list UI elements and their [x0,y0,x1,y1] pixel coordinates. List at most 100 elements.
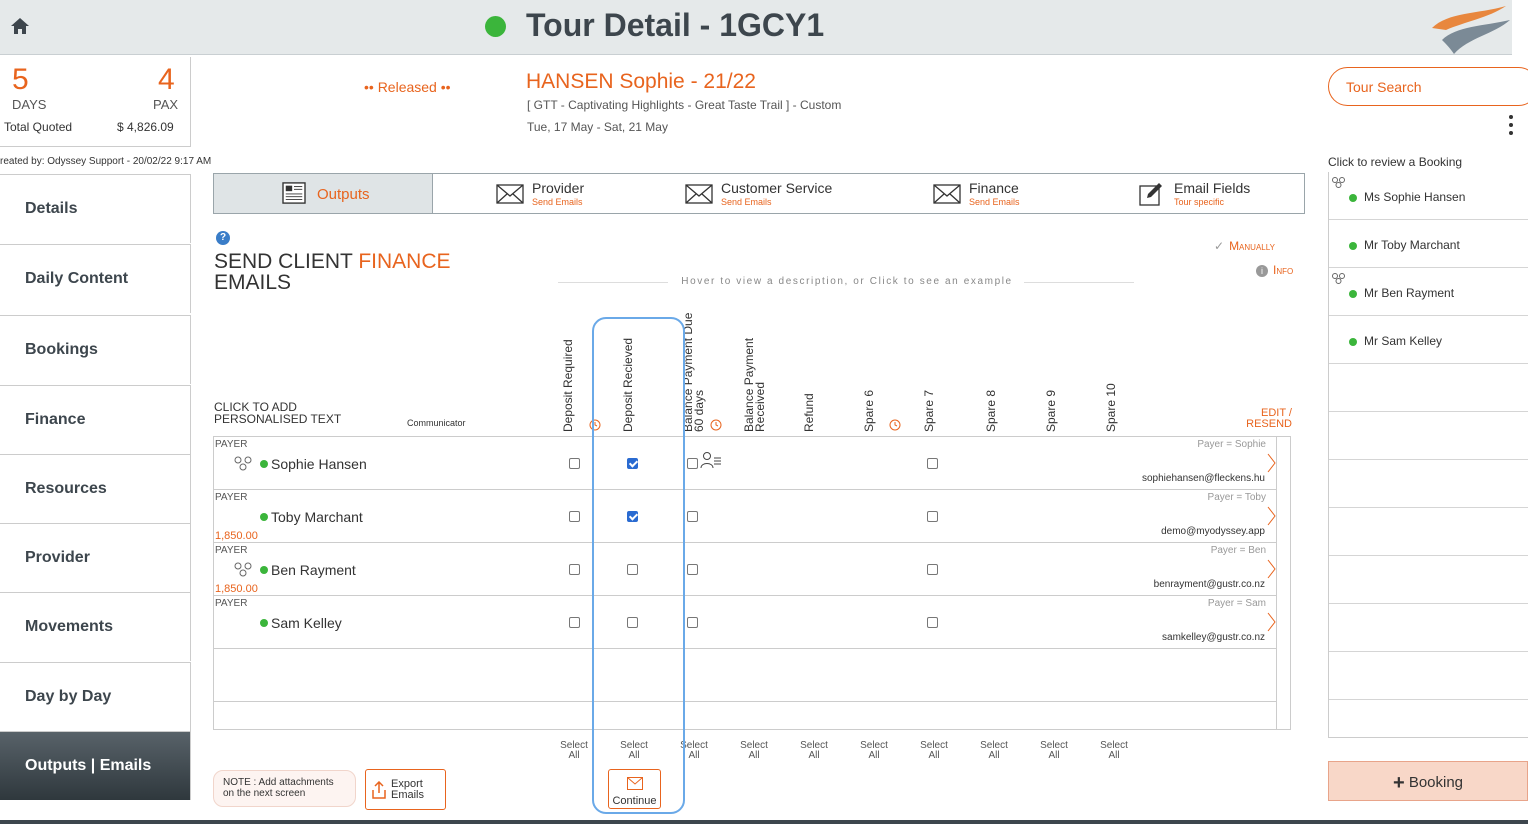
booking-slot-empty [1329,556,1528,604]
tab-label: Customer Service [721,180,833,196]
select-all-spare-6[interactable]: Select All [854,741,894,761]
column-header[interactable]: Balance Payment Received [742,332,767,432]
checkbox-deposit-required[interactable] [569,458,580,469]
checkbox-balance-due[interactable] [687,564,698,575]
checkbox-deposit-required[interactable] [569,617,580,628]
status-dot [1349,290,1357,298]
booking-slot-empty [1329,508,1528,556]
column-header[interactable]: Spare 6 [862,390,876,432]
payer-first-name: Payer = Ben [1210,545,1266,556]
person-edit-icon[interactable] [700,451,722,469]
all-label: All [568,750,580,761]
tab-sublabel: Send Emails [721,197,772,207]
tab-sublabel: Send Emails [532,197,583,207]
pax-count: 4 [158,63,175,96]
nav-resources[interactable]: Resources [0,454,191,523]
info-link[interactable]: i Info [1256,263,1293,277]
checkbox-balance-due[interactable] [687,511,698,522]
nav-day-by-day[interactable]: Day by Day [0,662,191,731]
select-all-spare-10[interactable]: Select All [1094,741,1134,761]
column-header[interactable]: Balance Payment Due 60 days [681,308,706,432]
payer-email: sophiehansen@fleckens.hu [1141,473,1265,484]
nav-details[interactable]: Details [0,174,191,243]
tab-finance[interactable]: Finance Send Emails [931,174,1111,213]
booking-item[interactable]: Mr Ben Rayment [1329,268,1528,316]
payer-amount: 1,850.00 [215,530,258,542]
add-booking-label: Booking [1408,774,1464,791]
column-header[interactable]: Spare 7 [922,390,936,432]
checkbox-spare-7[interactable] [927,511,938,522]
payer-label: PAYER [215,492,248,503]
tab-label: Finance [969,180,1019,196]
status-dot [1349,242,1357,250]
column-header[interactable]: Deposit Required [561,339,575,432]
checkbox-spare-7[interactable] [927,617,938,628]
nav-outputs-emails[interactable]: Outputs | Emails [0,731,191,800]
envelope-icon [933,184,961,204]
chevron-right-icon[interactable] [1266,612,1276,632]
export-emails-button[interactable]: Export Emails [365,769,446,810]
envelope-icon [496,184,524,204]
tour-search-button[interactable]: Tour Search [1328,67,1528,106]
grid-scrollbar[interactable] [1276,436,1291,730]
page-title: Tour Detail - 1GCY1 [526,7,825,43]
status-dot [260,460,268,468]
nav-bookings[interactable]: Bookings [0,315,191,384]
edit-resend-header[interactable]: EDIT / RESEND [1240,408,1292,430]
nav-provider[interactable]: Provider [0,523,191,592]
tab-email-fields[interactable]: Email Fields Tour specific [1136,174,1301,213]
booking-item[interactable]: Ms Sophie Hansen [1329,172,1528,220]
select-all-spare-7[interactable]: Select All [914,741,954,761]
checkbox-deposit-required[interactable] [569,511,580,522]
continue-label: Continue [612,795,657,807]
add-booking-button[interactable]: + Booking [1328,761,1528,801]
column-header[interactable]: Spare 10 [1104,383,1118,432]
status-dot [260,619,268,627]
select-all-spare-8[interactable]: Select All [974,741,1014,761]
checkbox-spare-7[interactable] [927,458,938,469]
upload-icon [372,781,386,799]
nav-movements[interactable]: Movements [0,592,191,661]
bottom-bar [0,820,1528,824]
envelope-icon [685,184,713,204]
tour-dates: Tue, 17 May - Sat, 21 May [527,120,668,134]
select-all-balance-received[interactable]: Select All [734,741,774,761]
nav-daily-content[interactable]: Daily Content [0,244,191,313]
select-all-deposit-required[interactable]: Select All [554,741,594,761]
all-label: All [1108,750,1120,761]
tab-provider[interactable]: Provider Send Emails [494,174,674,213]
continue-button[interactable]: Continue [608,769,661,809]
payer-first-name: Payer = Sophie [1197,439,1266,450]
total-quoted-label: Total Quoted [4,120,73,134]
tab-outputs[interactable]: Outputs [214,174,433,213]
home-icon[interactable] [9,15,31,37]
chevron-right-icon[interactable] [1266,506,1276,526]
select-all-spare-9[interactable]: Select All [1034,741,1074,761]
tab-customer-service[interactable]: Customer Service Send Emails [683,174,903,213]
booking-item[interactable]: Mr Sam Kelley [1329,316,1528,364]
checkbox-deposit-required[interactable] [569,564,580,575]
checkbox-balance-due[interactable] [687,458,698,469]
chevron-right-icon[interactable] [1266,559,1276,579]
days-label: DAYS [12,97,47,112]
column-header[interactable]: Spare 8 [984,390,998,432]
chevron-right-icon[interactable] [1266,453,1276,473]
clock-icon [710,419,722,431]
checkbox-balance-due[interactable] [687,617,698,628]
more-menu-icon[interactable] [1506,115,1516,141]
manually-toggle[interactable]: ✓ Manually [1214,239,1275,253]
checkbox-spare-7[interactable] [927,564,938,575]
envelope-icon [627,777,643,790]
help-icon[interactable]: ? [216,231,230,245]
click-to-add[interactable]: CLICK TO ADD PERSONALISED TEXT [214,401,341,425]
booking-item[interactable]: Mr Toby Marchant [1329,220,1528,268]
column-header[interactable]: Refund [802,393,816,432]
days-count: 5 [12,63,29,96]
title-prefix: SEND CLIENT [214,250,359,273]
status-dot [1349,194,1357,202]
nav-finance[interactable]: Finance [0,385,191,454]
group-icon [1332,273,1345,284]
info-icon: i [1256,265,1268,277]
column-header[interactable]: Spare 9 [1044,390,1058,432]
select-all-refund[interactable]: Select All [794,741,834,761]
